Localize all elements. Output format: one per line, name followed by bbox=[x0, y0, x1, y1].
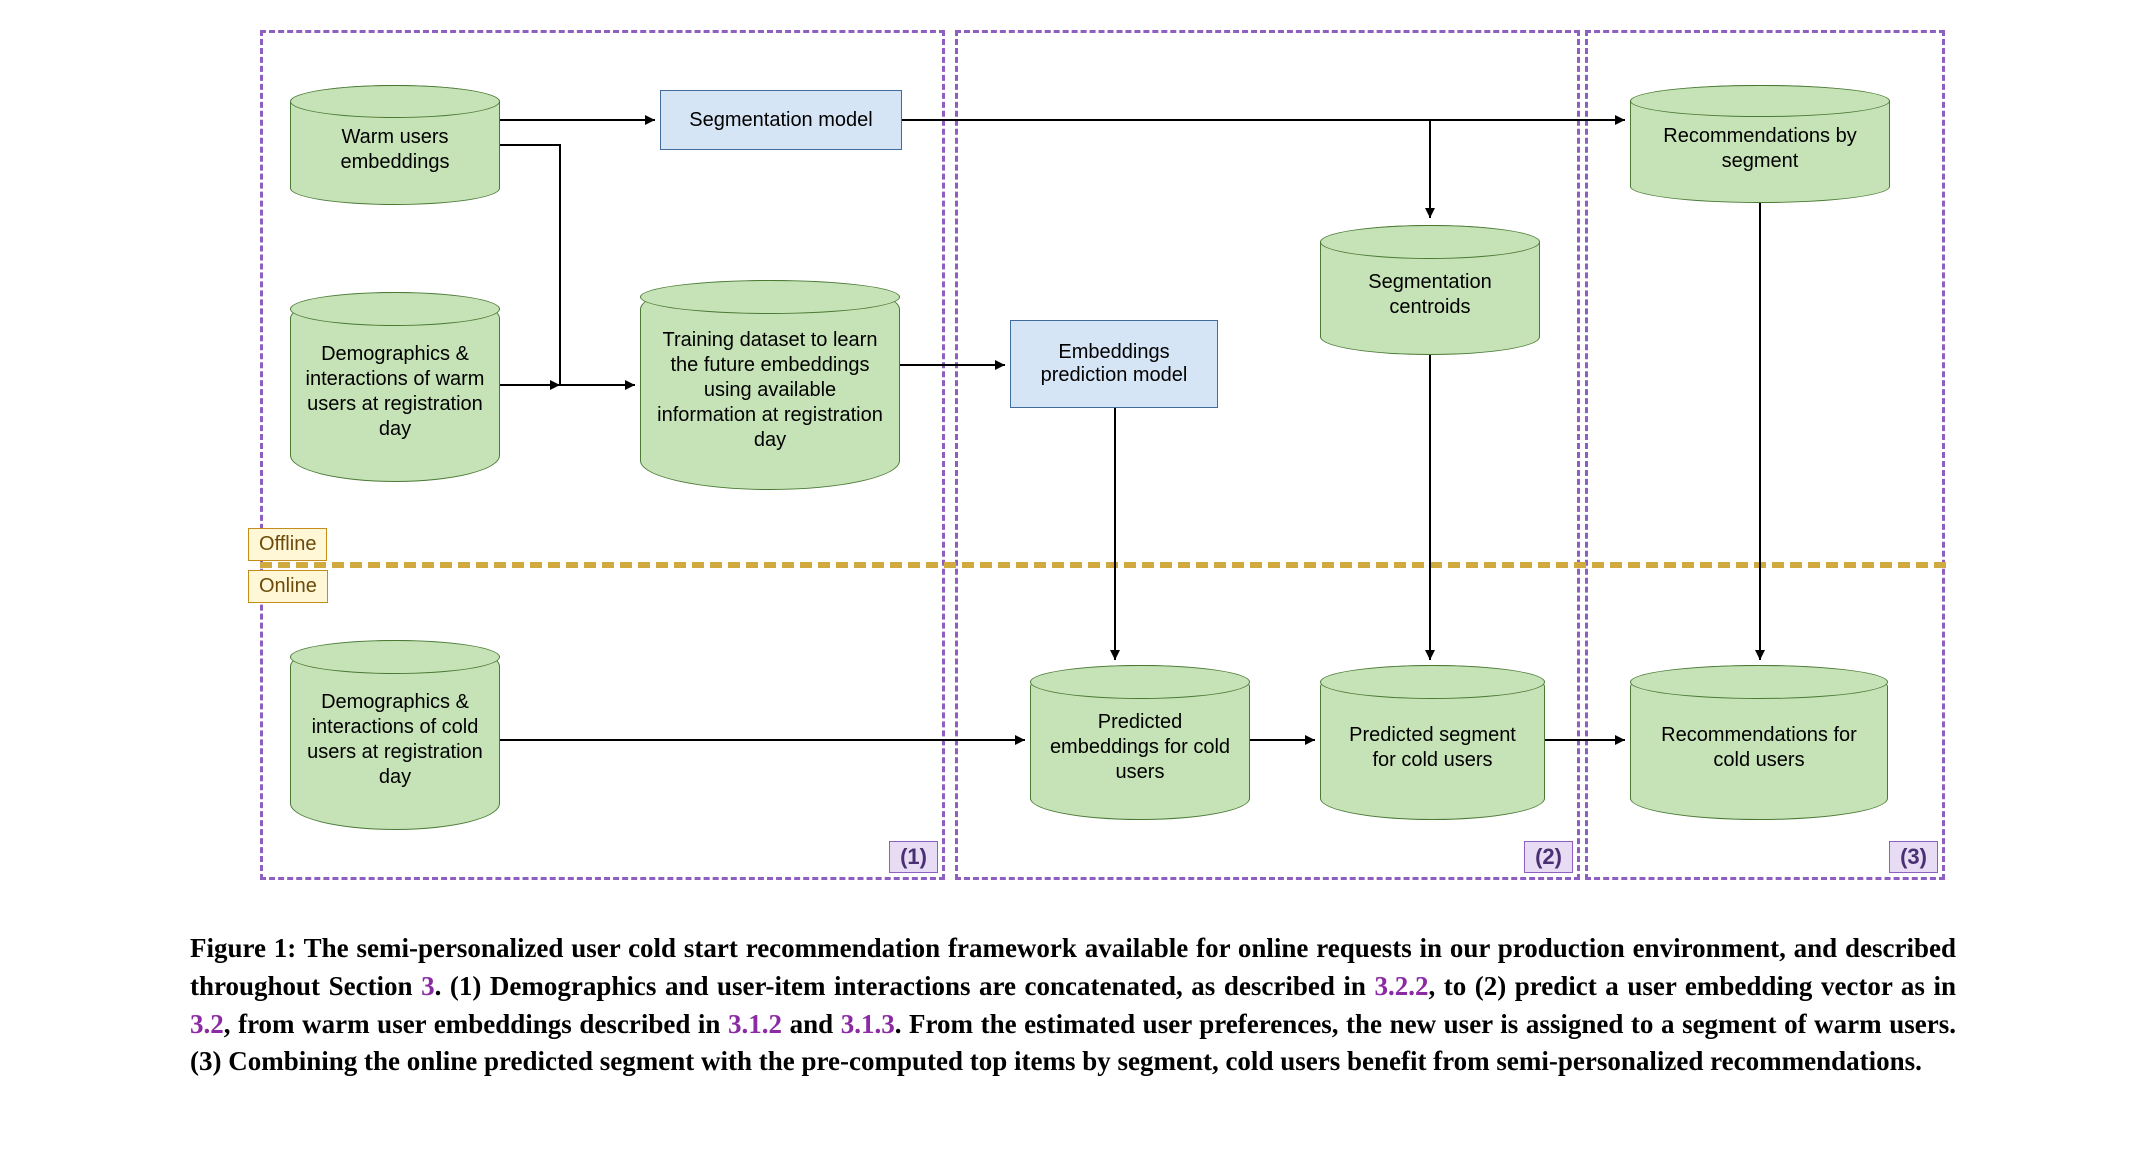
panel-2-tag: (2) bbox=[1524, 841, 1573, 873]
cyl-pred-emb-label: Predicted embeddings for cold users bbox=[1045, 710, 1235, 785]
online-label: Online bbox=[248, 570, 328, 603]
cap-ref-3-1-3: 3.1.3 bbox=[841, 1009, 895, 1039]
cyl-demo-cold-label: Demographics & interactions of cold user… bbox=[305, 690, 485, 790]
cap-ref-section-3: 3 bbox=[421, 971, 435, 1001]
cyl-training-dataset: Training dataset to learn the future emb… bbox=[640, 280, 900, 490]
cyl-warm-l2: embeddings bbox=[341, 151, 450, 173]
diagram-canvas: (1) (2) (3) Offline Online Warm users em… bbox=[0, 0, 2136, 1152]
cyl-predicted-embeddings: Predicted embeddings for cold users bbox=[1030, 665, 1250, 820]
panel-1-tag: (1) bbox=[889, 841, 938, 873]
box-seg-label: Segmentation model bbox=[689, 109, 872, 132]
panel-3-tag: (3) bbox=[1889, 841, 1938, 873]
cyl-predicted-segment: Predicted segment for cold users bbox=[1320, 665, 1545, 820]
cyl-recs-cold-label: Recommendations for cold users bbox=[1645, 723, 1873, 773]
cyl-seg-cent-l1: Segmentation bbox=[1368, 271, 1491, 293]
box-emb-l1: Embeddings bbox=[1058, 341, 1169, 363]
cap-s2: , to (2) predict a user embedding vector… bbox=[1428, 971, 1956, 1001]
cap-s1: . (1) Demographics and user-item interac… bbox=[435, 971, 1375, 1001]
cyl-demo-warm-label: Demographics & interactions of warm user… bbox=[305, 342, 485, 442]
cyl-warm-l1: Warm users bbox=[341, 126, 448, 148]
cyl-recs-by-segment: Recommendations by segment bbox=[1630, 85, 1890, 203]
cyl-recs-seg-l2: segment bbox=[1722, 150, 1799, 172]
cap-ref-3-1-2: 3.1.2 bbox=[728, 1009, 782, 1039]
cyl-seg-cent-l2: centroids bbox=[1389, 296, 1470, 318]
cyl-training-label: Training dataset to learn the future emb… bbox=[655, 328, 885, 453]
cap-ref-3-2-2: 3.2.2 bbox=[1374, 971, 1428, 1001]
cyl-recommendations-cold: Recommendations for cold users bbox=[1630, 665, 1888, 820]
cap-ref-3-2: 3.2 bbox=[190, 1009, 224, 1039]
cyl-demographics-cold: Demographics & interactions of cold user… bbox=[290, 640, 500, 830]
cap-s3: , from warm user embeddings described in bbox=[224, 1009, 728, 1039]
box-emb-l2: prediction model bbox=[1041, 364, 1188, 386]
box-embeddings-prediction-model: Embeddings prediction model bbox=[1010, 320, 1218, 408]
figure-caption: Figure 1: The semi-personalized user col… bbox=[190, 930, 1956, 1081]
cyl-pred-seg-label: Predicted segment for cold users bbox=[1335, 723, 1530, 773]
cyl-segmentation-centroids: Segmentation centroids bbox=[1320, 225, 1540, 355]
cap-s4: and bbox=[782, 1009, 841, 1039]
cyl-demographics-warm: Demographics & interactions of warm user… bbox=[290, 292, 500, 482]
box-segmentation-model: Segmentation model bbox=[660, 90, 902, 150]
offline-online-divider bbox=[260, 562, 1946, 568]
offline-label: Offline bbox=[248, 528, 327, 561]
cyl-recs-seg-l1: Recommendations by bbox=[1663, 125, 1856, 147]
cyl-warm-users-embeddings: Warm users embeddings bbox=[290, 85, 500, 205]
